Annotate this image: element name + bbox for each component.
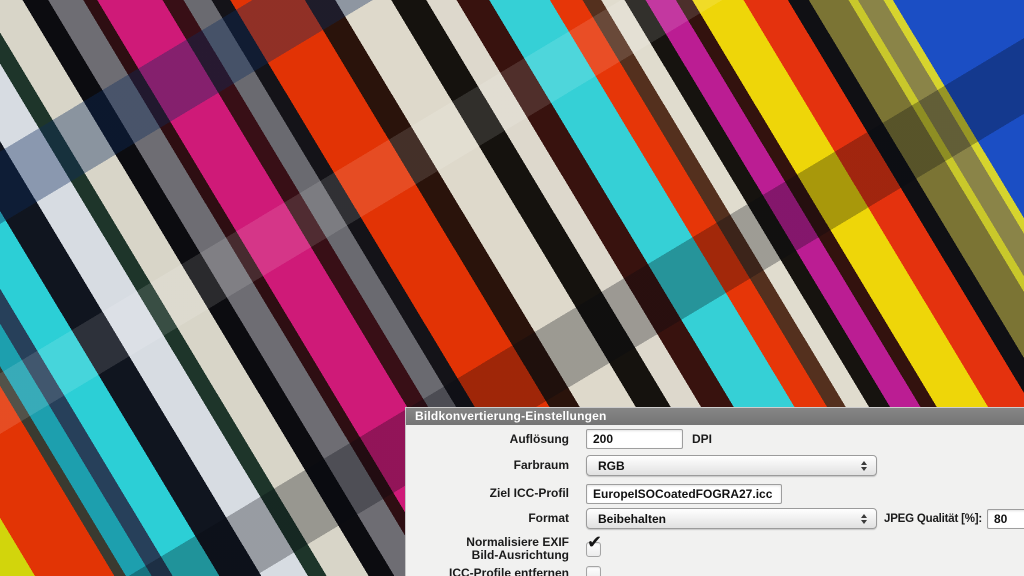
stepper-up-icon	[861, 514, 867, 518]
image-conversion-settings-dialog: Bildkonvertierung-Einstellungen Auflösun…	[405, 407, 1024, 576]
normalize-exif-label: Normalisiere EXIF Bild-Ausrichtung	[406, 536, 569, 562]
format-row: Format Beibehalten JPEG Qualität [%]:	[406, 508, 1024, 529]
remove-icc-checkbox[interactable]	[586, 566, 601, 576]
resolution-label: Auflösung	[406, 433, 569, 446]
stepper-up-icon	[861, 461, 867, 465]
resolution-unit-label: DPI	[692, 432, 712, 446]
dropdown-stepper-icon	[861, 461, 867, 471]
screen: Bildkonvertierung-Einstellungen Auflösun…	[0, 0, 1024, 576]
stepper-down-icon	[861, 520, 867, 524]
icc-profile-input[interactable]	[586, 484, 782, 504]
format-selected-value: Beibehalten	[598, 512, 861, 526]
resolution-input[interactable]	[586, 429, 683, 449]
dialog-titlebar: Bildkonvertierung-Einstellungen	[406, 408, 1024, 425]
normalize-exif-row: Normalisiere EXIF Bild-Ausrichtung ✔	[406, 532, 1024, 566]
remove-icc-row: ICC-Profile entfernen	[406, 563, 1024, 576]
jpeg-quality-label: JPEG Qualität [%]:	[884, 513, 982, 525]
colorspace-row: Farbraum RGB	[406, 455, 1024, 476]
resolution-row: Auflösung DPI	[406, 429, 1024, 449]
format-label: Format	[406, 512, 569, 525]
dropdown-stepper-icon	[861, 514, 867, 524]
colorspace-selected-value: RGB	[598, 459, 861, 473]
colorspace-label: Farbraum	[406, 459, 569, 472]
remove-icc-label: ICC-Profile entfernen	[406, 567, 569, 576]
icc-profile-row: Ziel ICC-Profil	[406, 483, 1024, 504]
jpeg-quality-input[interactable]	[987, 509, 1024, 529]
normalize-exif-checkbox[interactable]: ✔	[586, 542, 601, 557]
dialog-title: Bildkonvertierung-Einstellungen	[415, 409, 607, 423]
stepper-down-icon	[861, 467, 867, 471]
format-dropdown[interactable]: Beibehalten	[586, 508, 877, 529]
icc-profile-label: Ziel ICC-Profil	[406, 487, 569, 500]
colorspace-dropdown[interactable]: RGB	[586, 455, 877, 476]
checkmark-icon: ✔	[587, 534, 602, 552]
